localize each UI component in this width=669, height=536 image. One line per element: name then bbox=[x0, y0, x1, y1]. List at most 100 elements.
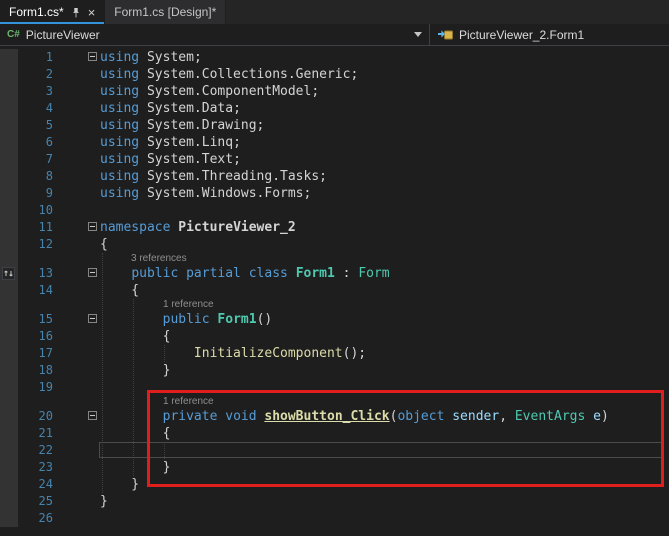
breakpoint-gutter[interactable] bbox=[0, 117, 18, 134]
code-line[interactable]: { bbox=[100, 282, 139, 299]
tab-form1-cs[interactable]: Form1.cs* × bbox=[0, 0, 105, 24]
line-number[interactable]: 10 bbox=[18, 202, 62, 219]
line-number[interactable]: 22 bbox=[18, 442, 62, 459]
line-number[interactable]: 5 bbox=[18, 117, 62, 134]
breakpoint-gutter[interactable] bbox=[0, 493, 18, 510]
breakpoint-gutter[interactable] bbox=[0, 396, 18, 408]
line-number[interactable]: 25 bbox=[18, 493, 62, 510]
code-line[interactable]: } bbox=[100, 493, 108, 510]
fold-collapse-icon[interactable] bbox=[88, 411, 97, 420]
line-number[interactable]: 6 bbox=[18, 134, 62, 151]
breakpoint-gutter[interactable] bbox=[0, 510, 18, 527]
breakpoint-gutter[interactable] bbox=[0, 425, 18, 442]
code-line[interactable]: using System.Linq; bbox=[100, 134, 241, 151]
fold-margin bbox=[62, 185, 100, 202]
line-number[interactable]: 7 bbox=[18, 151, 62, 168]
fold-collapse-icon[interactable] bbox=[88, 314, 97, 323]
breakpoint-gutter[interactable] bbox=[0, 219, 18, 236]
code-line[interactable]: using System.Windows.Forms; bbox=[100, 185, 311, 202]
fold-margin bbox=[62, 134, 100, 151]
project-dropdown[interactable]: C# PictureViewer bbox=[0, 24, 430, 45]
line-number[interactable]: 1 bbox=[18, 49, 62, 66]
fold-margin bbox=[62, 117, 100, 134]
breakpoint-gutter[interactable] bbox=[0, 202, 18, 219]
line-number[interactable]: 12 bbox=[18, 236, 62, 253]
line-number[interactable] bbox=[18, 253, 62, 265]
code-line-row: 10 bbox=[0, 202, 669, 219]
line-number[interactable]: 11 bbox=[18, 219, 62, 236]
code-line[interactable]: InitializeComponent(); bbox=[100, 345, 366, 362]
line-number[interactable]: 8 bbox=[18, 168, 62, 185]
tab-bar: Form1.cs* × Form1.cs [Design]* bbox=[0, 0, 669, 24]
code-line[interactable]: } bbox=[100, 362, 170, 379]
member-dropdown-label: PictureViewer_2.Form1 bbox=[459, 28, 584, 42]
codelens-references[interactable]: 3 references bbox=[100, 253, 187, 265]
fold-collapse-icon[interactable] bbox=[88, 268, 97, 277]
code-line-row: 9 using System.Windows.Forms; bbox=[0, 185, 669, 202]
code-line[interactable]: using System.Threading.Tasks; bbox=[100, 168, 327, 185]
code-line[interactable]: public partial class Form1 : Form bbox=[100, 265, 390, 282]
breakpoint-gutter[interactable] bbox=[0, 362, 18, 379]
breakpoint-gutter[interactable] bbox=[0, 328, 18, 345]
code-line[interactable]: using System.Data; bbox=[100, 100, 241, 117]
code-line[interactable]: } bbox=[100, 476, 139, 493]
line-number[interactable]: 20 bbox=[18, 408, 62, 425]
code-line[interactable]: using System.Drawing; bbox=[100, 117, 264, 134]
line-number[interactable]: 21 bbox=[18, 425, 62, 442]
line-number[interactable]: 4 bbox=[18, 100, 62, 117]
code-line[interactable]: public Form1() bbox=[100, 311, 272, 328]
codelens-row: 3 references bbox=[0, 253, 669, 265]
breakpoint-gutter[interactable] bbox=[0, 151, 18, 168]
breakpoint-gutter[interactable] bbox=[0, 83, 18, 100]
line-number[interactable] bbox=[18, 396, 62, 408]
code-line-row: 6 using System.Linq; bbox=[0, 134, 669, 151]
breakpoint-gutter[interactable] bbox=[0, 236, 18, 253]
breakpoint-gutter[interactable] bbox=[0, 253, 18, 265]
line-number[interactable]: 16 bbox=[18, 328, 62, 345]
line-number[interactable]: 13 bbox=[18, 265, 62, 282]
breakpoint-gutter[interactable] bbox=[0, 299, 18, 311]
line-number[interactable]: 24 bbox=[18, 476, 62, 493]
line-number[interactable]: 2 bbox=[18, 66, 62, 83]
code-line[interactable]: using System; bbox=[100, 49, 202, 66]
code-line[interactable]: using System.Text; bbox=[100, 151, 241, 168]
breakpoint-gutter[interactable] bbox=[0, 66, 18, 83]
line-number[interactable]: 19 bbox=[18, 379, 62, 396]
breakpoint-gutter[interactable] bbox=[0, 100, 18, 117]
breakpoint-gutter[interactable] bbox=[0, 49, 18, 66]
breakpoint-gutter[interactable] bbox=[0, 408, 18, 425]
breakpoint-gutter[interactable] bbox=[0, 459, 18, 476]
line-number[interactable]: 23 bbox=[18, 459, 62, 476]
code-line[interactable]: using System.ComponentModel; bbox=[100, 83, 319, 100]
breakpoint-gutter[interactable] bbox=[0, 134, 18, 151]
code-line[interactable]: { bbox=[100, 328, 170, 345]
breakpoint-gutter[interactable] bbox=[0, 185, 18, 202]
code-line[interactable]: namespace PictureViewer_2 bbox=[100, 219, 296, 236]
breakpoint-gutter[interactable] bbox=[0, 168, 18, 185]
breakpoint-gutter[interactable] bbox=[0, 379, 18, 396]
breakpoint-gutter[interactable] bbox=[0, 345, 18, 362]
member-dropdown[interactable]: PictureViewer_2.Form1 bbox=[430, 24, 669, 45]
codelens-references[interactable]: 1 reference bbox=[100, 299, 214, 311]
line-number[interactable]: 3 bbox=[18, 83, 62, 100]
fold-collapse-icon[interactable] bbox=[88, 222, 97, 231]
line-number[interactable]: 14 bbox=[18, 282, 62, 299]
tab-form1-cs-design[interactable]: Form1.cs [Design]* bbox=[105, 0, 226, 24]
code-line[interactable]: { bbox=[100, 236, 108, 253]
code-line-row: 12 { bbox=[0, 236, 669, 253]
line-number[interactable]: 15 bbox=[18, 311, 62, 328]
close-icon[interactable]: × bbox=[88, 6, 96, 19]
code-line[interactable]: using System.Collections.Generic; bbox=[100, 66, 358, 83]
fold-collapse-icon[interactable] bbox=[88, 52, 97, 61]
line-number[interactable]: 18 bbox=[18, 362, 62, 379]
pin-icon[interactable] bbox=[71, 7, 81, 18]
fold-margin bbox=[62, 151, 100, 168]
inheritance-margin-icon[interactable] bbox=[2, 267, 15, 285]
breakpoint-gutter[interactable] bbox=[0, 442, 18, 459]
line-number[interactable] bbox=[18, 299, 62, 311]
line-number[interactable]: 9 bbox=[18, 185, 62, 202]
line-number[interactable]: 17 bbox=[18, 345, 62, 362]
line-number[interactable]: 26 bbox=[18, 510, 62, 527]
breakpoint-gutter[interactable] bbox=[0, 476, 18, 493]
breakpoint-gutter[interactable] bbox=[0, 311, 18, 328]
